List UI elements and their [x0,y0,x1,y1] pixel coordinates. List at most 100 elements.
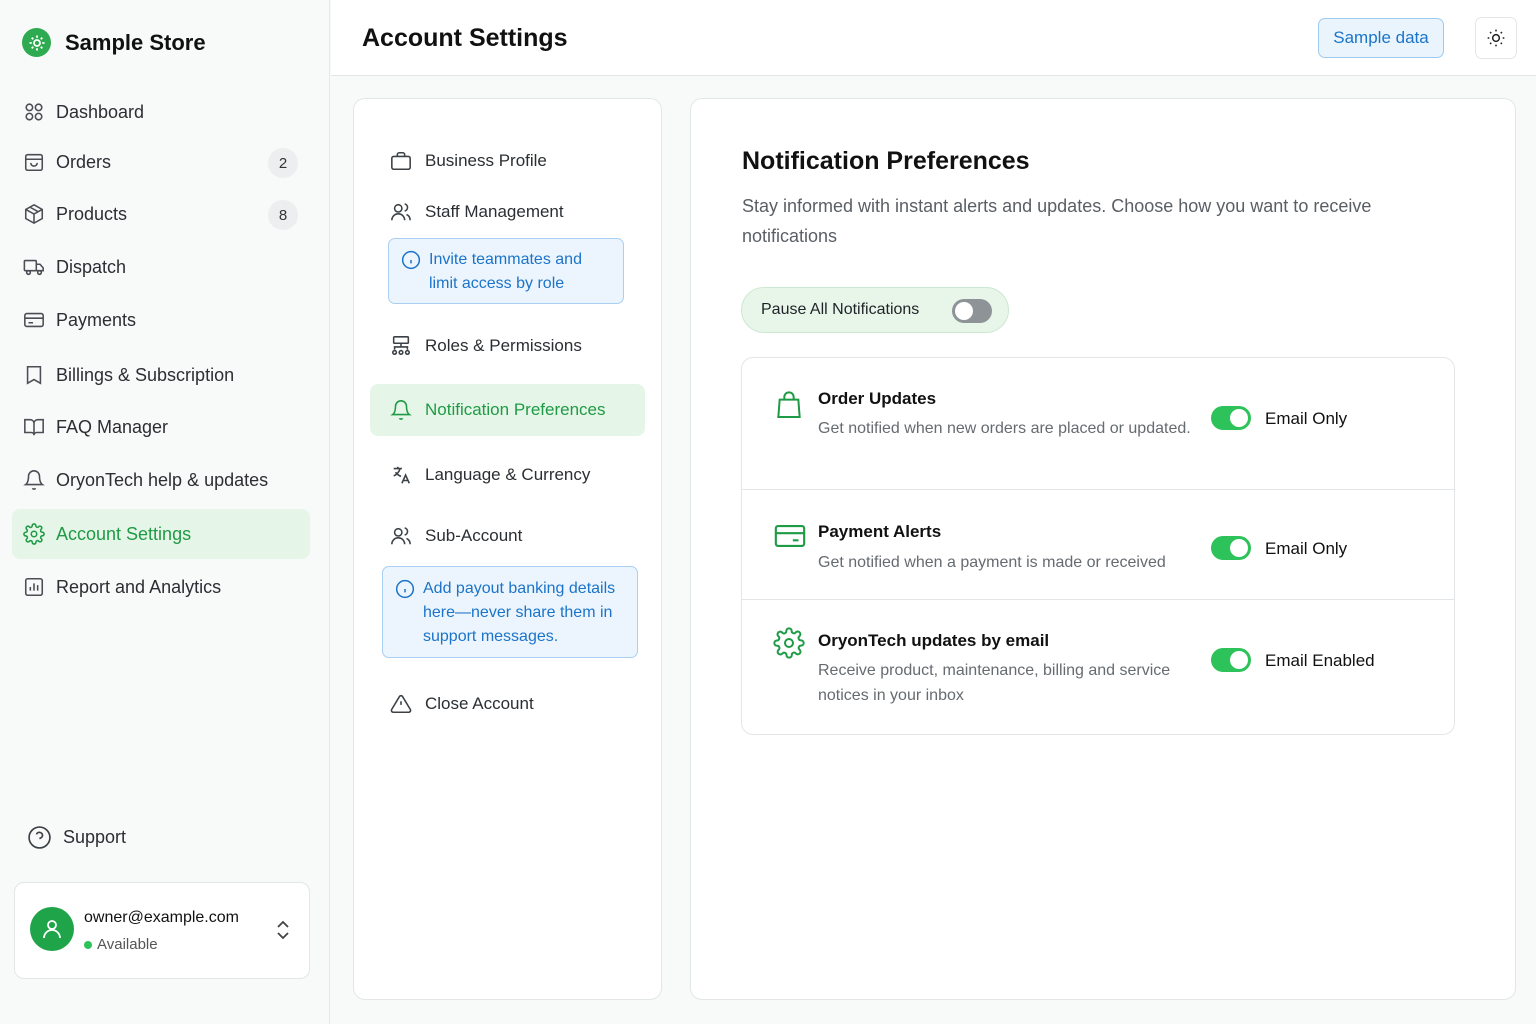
notification-list: Order Updates Get notified when new orde… [741,357,1455,735]
hierarchy-icon [391,336,411,356]
bell-icon [23,470,45,490]
menu-item-label: Staff Management [425,202,564,221]
menu-item-staff-management[interactable]: Staff Management [370,186,645,238]
credit-card-icon [774,525,806,547]
briefcase-icon [391,151,411,171]
menu-item-roles-permissions[interactable]: Roles & Permissions [370,320,645,372]
brand-name: Sample Store [65,29,206,55]
row-status: Email Enabled [1265,651,1375,670]
chevron-up-down-icon [277,920,289,940]
sidebar: Sample Store Dashboard Orders 2 Products… [0,0,330,1024]
oryontech-updates-toggle[interactable] [1211,648,1251,672]
menu-item-label: Roles & Permissions [425,336,582,355]
settings-menu: Business Profile Staff Management Invite… [353,98,662,1000]
row-status: Email Only [1265,409,1348,428]
top-header: Account Settings Sample data [331,0,1536,76]
sidebar-item-label: Dispatch [56,256,127,277]
section-title: Notification Preferences [742,147,1030,175]
toggle-knob [1230,409,1248,427]
sample-data-button[interactable]: Sample data [1318,18,1444,58]
truck-icon [23,259,44,276]
brand[interactable]: Sample Store [22,28,206,57]
info-icon [395,579,415,599]
sidebar-item-faq[interactable]: FAQ Manager [12,402,310,452]
status-dot [84,940,92,949]
users-icon [391,527,411,545]
support-label: Support [63,827,127,847]
book-icon [24,418,44,436]
sidebar-item-dashboard[interactable]: Dashboard [12,87,310,137]
row-status: Email Only [1265,539,1348,558]
avatar [30,907,74,951]
sidebar-item-products[interactable]: Products 8 [12,189,310,239]
menu-item-close-account[interactable]: Close Account [370,678,645,730]
sidebar-item-payments[interactable]: Payments [12,295,310,345]
chart-icon [24,577,44,597]
menu-item-label: Language & Currency [425,465,591,484]
notification-row-oryontech-updates: OryonTech updates by email Receive produ… [742,600,1454,734]
orders-count-badge: 2 [268,148,298,178]
menu-item-sub-account[interactable]: Sub-Account [370,510,645,562]
payout-tip-box: Add payout banking details here—never sh… [382,566,638,658]
bookmark-icon [26,365,42,385]
menu-item-label: Sub-Account [425,526,523,545]
sidebar-item-account-settings[interactable]: Account Settings [12,509,310,559]
menu-item-label: Business Profile [425,151,547,170]
row-title: Order Updates [818,389,937,408]
menu-item-notification-preferences[interactable]: Notification Preferences [370,384,645,436]
notification-preferences-panel: Notification Preferences Stay informed w… [690,98,1516,1000]
sidebar-item-dispatch[interactable]: Dispatch [12,242,310,292]
user-account-switcher[interactable]: owner@example.com Available [14,882,310,979]
warning-icon [390,694,412,714]
products-count-badge: 8 [268,200,298,230]
sidebar-item-label: Billings & Subscription [56,364,235,385]
toggle-knob [1230,651,1248,669]
row-title: OryonTech updates by email [818,631,1050,650]
theme-toggle-button[interactable] [1475,17,1517,59]
menu-item-business-profile[interactable]: Business Profile [370,135,645,187]
box-icon [24,203,44,225]
menu-item-language-currency[interactable]: Language & Currency [370,449,645,501]
payout-tip-text: Add payout banking details here—never sh… [423,580,616,645]
shopping-bag-icon [777,391,801,418]
user-email: owner@example.com [84,909,239,926]
sidebar-item-orders[interactable]: Orders 2 [12,137,310,187]
help-circle-icon [28,826,51,849]
brand-logo-icon [22,28,51,57]
row-title: Payment Alerts [818,522,942,541]
row-description: Get notified when a payment is made or r… [818,554,1166,571]
menu-item-label: Notification Preferences [425,400,606,419]
user-icon [43,920,61,939]
sidebar-item-label: FAQ Manager [56,416,169,437]
pause-all-notifications[interactable]: Pause All Notifications [741,287,1009,333]
card-icon [24,312,44,328]
support-link[interactable]: Support [27,825,126,850]
user-status: Available [84,936,158,953]
payment-alerts-toggle[interactable] [1211,536,1251,560]
menu-item-label: Close Account [425,694,534,713]
gear-icon [773,627,805,659]
notification-row-order-updates: Order Updates Get notified when new orde… [742,358,1454,490]
pause-all-label: Pause All Notifications [761,301,920,318]
staff-tip-box: Invite teammates and limit access by rol… [388,238,624,304]
pause-all-toggle[interactable] [952,299,992,323]
row-description: Receive product, maintenance, billing an… [818,662,1171,704]
sidebar-item-label: Report and Analytics [56,576,222,597]
sidebar-item-label: Products [56,203,128,224]
info-icon [401,250,421,270]
sidebar-item-label: OryonTech help & updates [56,469,269,490]
orders-icon [24,153,44,172]
sidebar-item-report-analytics[interactable]: Report and Analytics [12,562,310,612]
sidebar-item-billings[interactable]: Billings & Subscription [12,350,310,400]
gear-icon [23,523,45,545]
order-updates-toggle[interactable] [1211,406,1251,430]
staff-tip-text: Invite teammates and limit access by rol… [429,251,582,292]
sidebar-item-label: Dashboard [56,101,145,122]
sidebar-item-label: Payments [56,309,137,330]
user-status-label: Available [97,936,158,953]
bell-icon [390,400,412,420]
dashboard-icon [25,103,43,121]
toggle-knob [1230,539,1248,557]
sidebar-item-help-updates[interactable]: OryonTech help & updates [12,455,310,505]
section-description: Stay informed with instant alerts and up… [742,196,1372,246]
